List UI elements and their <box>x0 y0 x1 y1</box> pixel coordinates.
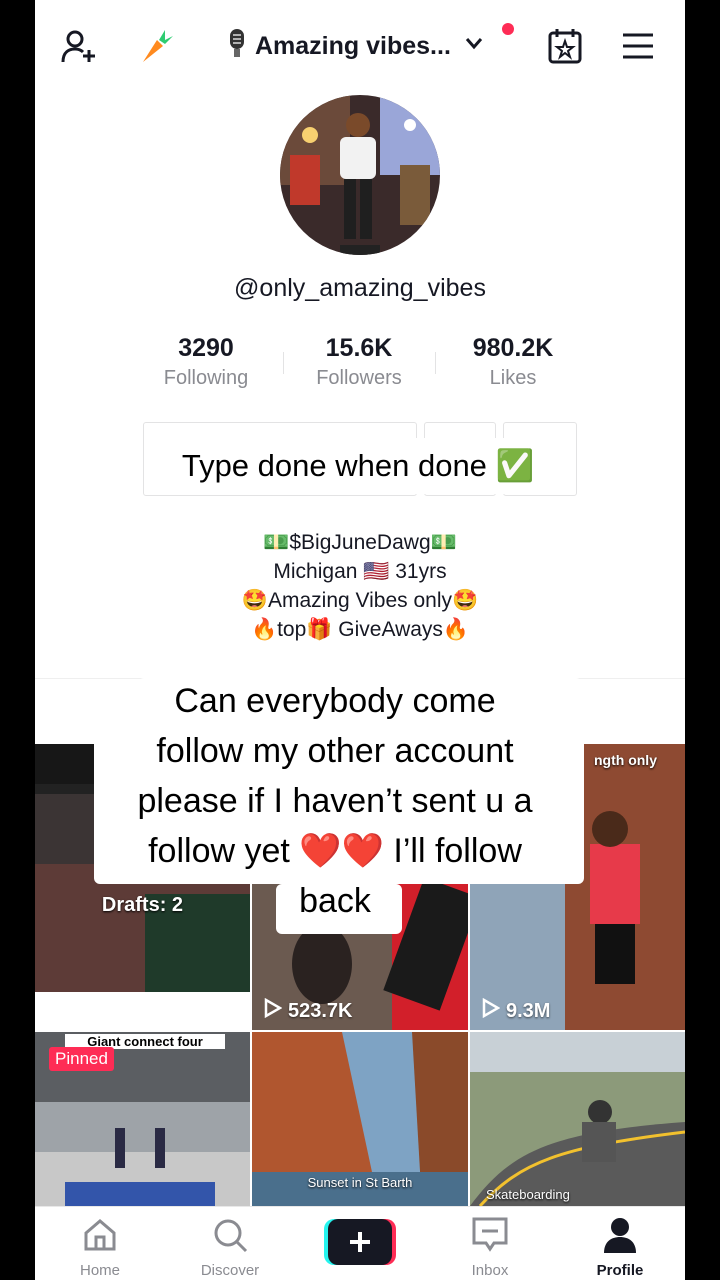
stat-likes[interactable]: 980.2K Likes <box>433 334 593 390</box>
avatar[interactable] <box>280 95 440 255</box>
bottom-nav: Home Discover Inbox Profile <box>35 1206 685 1280</box>
video-caption: Sunset in St Barth <box>307 1175 413 1190</box>
inbox-icon <box>470 1217 510 1259</box>
video-tile-pinned[interactable]: Giant connect four Pinned <box>35 1032 250 1206</box>
nav-home[interactable]: Home <box>45 1215 155 1279</box>
video-tile[interactable]: Sunset in St Barth <box>252 1032 468 1206</box>
account-title: Amazing vibes... <box>255 31 451 60</box>
stat-followers[interactable]: 15.6K Followers <box>279 334 439 390</box>
following-count: 3290 <box>178 334 234 362</box>
overlay-caption-line: back <box>299 882 371 920</box>
video-tile[interactable]: Skateboarding <box>470 1032 685 1206</box>
play-icon <box>482 997 501 1024</box>
view-count: 523.7K <box>264 997 353 1024</box>
account-switcher[interactable]: Amazing vibes... <box>225 26 485 66</box>
nav-profile-label: Profile <box>596 1262 644 1279</box>
nav-create[interactable] <box>305 1219 415 1272</box>
play-icon <box>264 997 283 1024</box>
likes-count: 980.2K <box>472 334 554 362</box>
mic-icon <box>225 27 249 66</box>
nav-inbox[interactable]: Inbox <box>435 1215 545 1279</box>
nav-discover-label: Discover <box>200 1262 260 1279</box>
bio-line: 🤩Amazing Vibes only🤩 <box>241 589 479 612</box>
followers-count: 15.6K <box>325 334 393 362</box>
bio-line: 🔥top🎁 GiveAways🔥 <box>250 618 470 641</box>
nav-profile[interactable]: Profile <box>565 1215 675 1279</box>
chevron-down-icon <box>463 32 485 61</box>
overlay-caption-line: please if I haven’t sent u a <box>137 782 533 820</box>
nav-discover[interactable]: Discover <box>175 1215 285 1279</box>
stat-following[interactable]: 3290 Following <box>126 334 286 390</box>
overlay-caption-line: follow my other account <box>156 732 514 770</box>
bio: 💵$BigJuneDawg💵 Michigan 🇺🇸 31yrs 🤩Amazin… <box>35 528 685 644</box>
video-caption: Skateboarding <box>486 1187 570 1202</box>
view-count: 9.3M <box>482 997 551 1024</box>
overlay-caption-main: Can everybody come follow my other accou… <box>0 676 695 926</box>
stats-row: 3290 Following 15.6K Followers 980.2K Li… <box>35 334 685 404</box>
nav-home-label: Home <box>79 1262 120 1279</box>
following-label: Following <box>163 367 249 389</box>
screen: Amazing vibes... @only_amazing_vibes 329… <box>0 0 720 1280</box>
profile-handle: @only_amazing_vibes <box>234 274 486 302</box>
person-icon <box>600 1218 640 1259</box>
pinned-badge: Pinned <box>49 1047 114 1071</box>
bio-line: 💵$BigJuneDawg💵 <box>263 531 457 554</box>
followers-label: Followers <box>316 367 402 389</box>
add-user-icon[interactable] <box>59 26 99 66</box>
overlay-caption-top-text: Type done when done ✅ <box>181 448 535 483</box>
overlay-caption-line: follow yet ❤️❤️ I’ll follow <box>148 832 522 870</box>
view-count-text: 9.3M <box>506 999 551 1022</box>
top-bar: Amazing vibes... <box>35 0 685 92</box>
carrot-icon[interactable] <box>135 26 175 66</box>
home-icon <box>80 1219 120 1259</box>
bio-line: Michigan 🇺🇸 31yrs <box>273 560 447 583</box>
overlay-caption-line: Can everybody come <box>174 682 496 720</box>
notification-dot <box>502 23 514 35</box>
likes-label: Likes <box>489 367 537 389</box>
hamburger-menu-icon[interactable] <box>618 26 658 66</box>
search-icon <box>210 1219 250 1259</box>
plus-icon <box>324 1219 396 1269</box>
view-count-text: 523.7K <box>288 999 353 1022</box>
nav-inbox-label: Inbox <box>471 1262 509 1279</box>
profile-page: Amazing vibes... @only_amazing_vibes 329… <box>35 0 685 1280</box>
calendar-star-icon[interactable] <box>545 26 585 66</box>
overlay-caption-top: Type done when done ✅ <box>148 438 568 494</box>
